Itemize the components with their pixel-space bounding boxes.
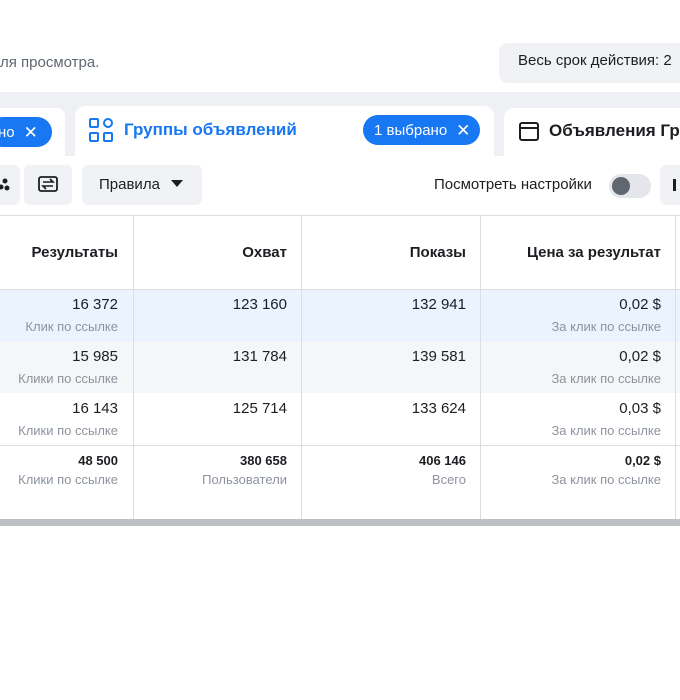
total-results: 48 500 (78, 453, 118, 468)
cell-cost: 0,02 $ (619, 348, 661, 365)
date-range-button[interactable]: Весь срок действия: 2 (499, 43, 680, 83)
cell-cost: 0,02 $ (619, 296, 661, 313)
cell-results: 16 143 (72, 400, 118, 417)
tab-ad-sets-label[interactable]: Группы объявлений (124, 120, 297, 140)
column-header-cost[interactable]: Цена за результат (527, 244, 661, 261)
cell-results: 16 372 (72, 296, 118, 313)
cell-impressions: 133 624 (411, 400, 466, 417)
column-header-impressions[interactable]: Показы (410, 244, 466, 261)
close-icon[interactable]: ✕ (456, 122, 470, 139)
view-settings-toggle[interactable] (609, 174, 651, 198)
cell-cost-sub: За клик по ссылке (551, 371, 661, 386)
cell-results: 15 985 (72, 348, 118, 365)
total-cost-sub: За клик по ссылке (551, 472, 661, 487)
ad-sets-grid-icon (89, 118, 115, 144)
total-reach-sub: Пользователи (202, 472, 287, 487)
view-hint-text: ля просмотра. (0, 54, 100, 71)
columns-button[interactable] (660, 165, 680, 205)
cell-impressions: 139 581 (411, 348, 466, 365)
total-reach: 380 658 (240, 453, 287, 468)
cell-cost-sub: За клик по ссылке (551, 423, 661, 438)
ad-window-icon (519, 122, 539, 141)
cell-results-sub: Клик по ссылке (25, 319, 118, 334)
cell-reach: 123 160 (232, 296, 287, 313)
rules-label: Правила (99, 176, 160, 193)
cell-results-sub: Клики по ссылке (18, 371, 118, 386)
tab-ads-label[interactable]: Объявления Гр (549, 121, 680, 141)
campaigns-chip-label: но (0, 123, 15, 141)
cell-results-sub: Клики по ссылке (18, 423, 118, 438)
view-settings-label: Посмотреть настройки (434, 176, 592, 193)
rules-dropdown[interactable]: Правила (82, 165, 202, 205)
cell-cost-sub: За клик по ссылке (551, 319, 661, 334)
ab-test-button[interactable] (24, 165, 72, 205)
cell-impressions: 132 941 (411, 296, 466, 313)
audience-button[interactable] (0, 165, 20, 205)
ab-test-icon (38, 176, 58, 192)
total-cost: 0,02 $ (624, 453, 661, 468)
caret-down-icon (170, 180, 183, 187)
column-header-results[interactable]: Результаты (32, 244, 118, 261)
ad-sets-selected-chip[interactable]: 1 выбрано ✕ (363, 115, 480, 145)
cell-cost: 0,03 $ (619, 400, 661, 417)
campaigns-selected-chip[interactable]: но ✕ (0, 117, 52, 147)
total-results-sub: Клики по ссылке (18, 472, 118, 487)
cell-reach: 131 784 (232, 348, 287, 365)
total-impressions: 406 146 (419, 453, 466, 468)
ad-sets-chip-label: 1 выбрано (374, 121, 448, 139)
column-header-reach[interactable]: Охват (242, 244, 287, 261)
people-icon (0, 178, 10, 191)
cell-reach: 125 714 (232, 400, 287, 417)
horizontal-scrollbar[interactable] (0, 519, 680, 526)
close-icon[interactable]: ✕ (24, 124, 38, 141)
total-impressions-sub: Всего (431, 472, 466, 487)
